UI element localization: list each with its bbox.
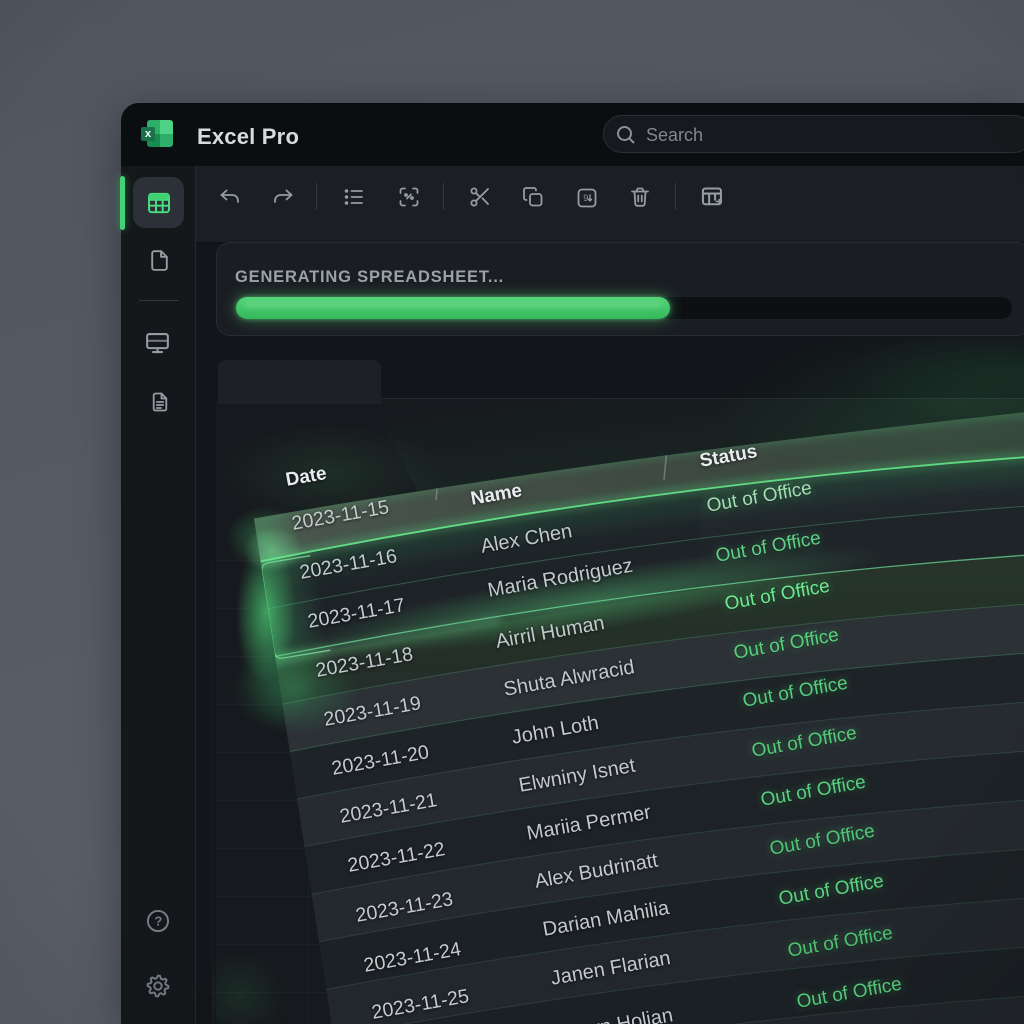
- svg-text:9: 9: [583, 193, 588, 203]
- svg-text:?: ?: [154, 914, 162, 929]
